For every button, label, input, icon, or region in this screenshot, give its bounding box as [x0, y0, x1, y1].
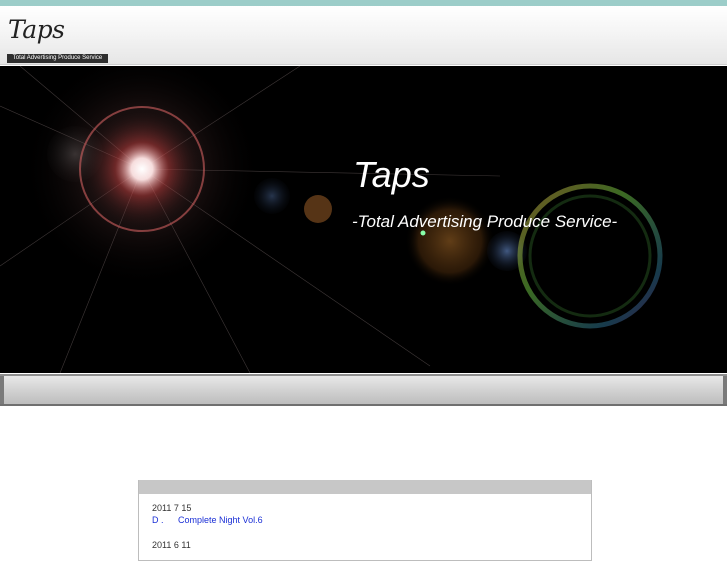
news-item: 2011 7 15 D . Complete Night Vol.6	[152, 503, 263, 525]
news-box: 2011 7 15 D . Complete Night Vol.6 2011 …	[138, 480, 592, 561]
hero-title: Taps	[353, 154, 430, 195]
news-link-title[interactable]: Complete Night Vol.6	[178, 515, 263, 525]
news-link-row[interactable]: D . Complete Night Vol.6	[152, 515, 263, 525]
news-date: 2011 7 15	[152, 503, 192, 513]
news-header-bar	[139, 480, 591, 494]
site-header: Taps Total Advertising Produce Service	[0, 6, 727, 65]
news-date: 2011 6 11	[152, 540, 191, 550]
hero-banner: Taps -Total Advertising Produce Service-	[0, 66, 727, 373]
navigation-bar	[0, 374, 727, 406]
news-link-label[interactable]: D .	[152, 515, 164, 525]
site-logo[interactable]: Taps	[8, 15, 65, 44]
hero-subtitle: -Total Advertising Produce Service-	[352, 212, 618, 231]
news-item: 2011 6 11	[152, 540, 191, 550]
logo-tagline: Total Advertising Produce Service	[7, 54, 108, 63]
